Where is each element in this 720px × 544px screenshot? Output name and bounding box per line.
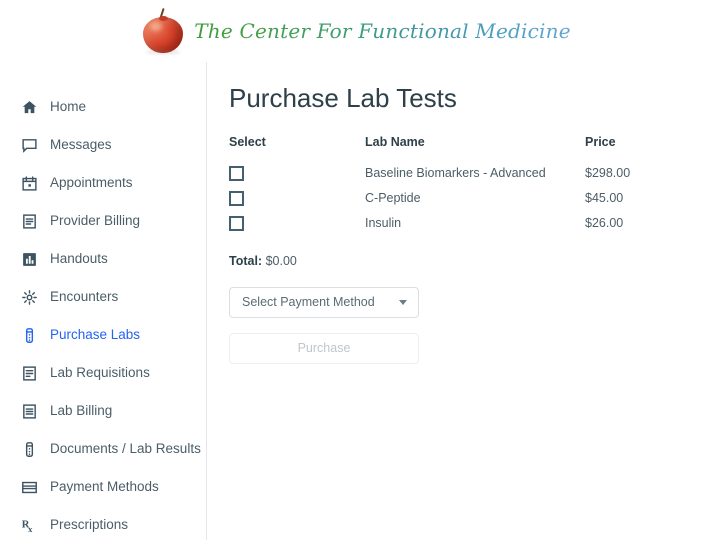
- sidebar-item-label: Home: [50, 100, 86, 114]
- lab-checkbox[interactable]: [229, 166, 244, 181]
- purchase-button-label: Purchase: [298, 341, 351, 355]
- apple-body: [143, 17, 183, 53]
- main-content: Purchase Lab Tests Select Lab Name Price…: [207, 62, 720, 364]
- payment-method-select[interactable]: Select Payment Method: [229, 287, 419, 318]
- sidebar-item-documents-lab-results[interactable]: Documents / Lab Results: [0, 430, 206, 468]
- table-row: Insulin $26.00: [229, 211, 666, 236]
- sidebar-item-handouts[interactable]: Handouts: [0, 240, 206, 278]
- svg-text:x: x: [28, 523, 33, 533]
- select-cell: [229, 186, 365, 211]
- lab-checkbox[interactable]: [229, 216, 244, 231]
- sidebar-item-label: Documents / Lab Results: [50, 442, 201, 456]
- sidebar-item-label: Lab Requisitions: [50, 366, 150, 380]
- receipt-icon: [20, 212, 38, 230]
- lab-name: Baseline Biomarkers - Advanced: [365, 161, 585, 186]
- chevron-down-icon: [399, 300, 407, 305]
- sidebar-item-lab-billing[interactable]: Lab Billing: [0, 392, 206, 430]
- sidebar: Home Messages Appointments Provider Bill…: [0, 62, 207, 540]
- total-row: Total: $0.00: [229, 254, 720, 268]
- total-label: Total:: [229, 254, 262, 268]
- sidebar-item-label: Encounters: [50, 290, 118, 304]
- document-lines-icon: [20, 364, 38, 382]
- sidebar-item-label: Purchase Labs: [50, 328, 140, 342]
- app-header: The Center For Functional Medicine: [0, 0, 720, 62]
- apple-cleft: [159, 16, 168, 21]
- lab-price: $45.00: [585, 186, 666, 211]
- column-header-price: Price: [585, 135, 666, 161]
- sidebar-item-label: Payment Methods: [50, 480, 159, 494]
- message-bubble-icon: [20, 136, 38, 154]
- apple-icon: [141, 8, 185, 54]
- sidebar-item-label: Lab Billing: [50, 404, 112, 418]
- apple-shadow: [146, 50, 180, 54]
- sidebar-item-label: Provider Billing: [50, 214, 140, 228]
- lab-name: C-Peptide: [365, 186, 585, 211]
- sidebar-item-messages[interactable]: Messages: [0, 126, 206, 164]
- sidebar-item-label: Prescriptions: [50, 518, 128, 532]
- purchase-button[interactable]: Purchase: [229, 333, 419, 364]
- sidebar-item-provider-billing[interactable]: Provider Billing: [0, 202, 206, 240]
- home-icon: [20, 98, 38, 116]
- sidebar-item-prescriptions[interactable]: Rx Prescriptions: [0, 506, 206, 544]
- gear-icon: [20, 288, 38, 306]
- rx-icon: Rx: [20, 516, 38, 534]
- sidebar-item-home[interactable]: Home: [0, 88, 206, 126]
- credit-card-icon: [20, 478, 38, 496]
- calendar-icon: [20, 174, 38, 192]
- brand-name: The Center For Functional Medicine: [194, 19, 570, 43]
- sidebar-item-appointments[interactable]: Appointments: [0, 164, 206, 202]
- sidebar-item-payment-methods[interactable]: Payment Methods: [0, 468, 206, 506]
- sidebar-item-encounters[interactable]: Encounters: [0, 278, 206, 316]
- payment-method-value: Select Payment Method: [242, 295, 375, 309]
- column-header-lab-name: Lab Name: [365, 135, 585, 161]
- column-header-select: Select: [229, 135, 365, 161]
- lab-name: Insulin: [365, 211, 585, 236]
- sidebar-item-label: Appointments: [50, 176, 133, 190]
- total-value: $0.00: [266, 254, 297, 268]
- lab-tests-table: Select Lab Name Price Baseline Biomarker…: [229, 135, 666, 236]
- table-header-row: Select Lab Name Price: [229, 135, 666, 161]
- select-cell: [229, 211, 365, 236]
- bar-chart-icon: [20, 250, 38, 268]
- table-row: Baseline Biomarkers - Advanced $298.00: [229, 161, 666, 186]
- receipt-icon: [20, 402, 38, 420]
- table-row: C-Peptide $45.00: [229, 186, 666, 211]
- lab-price: $26.00: [585, 211, 666, 236]
- test-tube-icon: [20, 326, 38, 344]
- lab-checkbox[interactable]: [229, 191, 244, 206]
- page-body: Home Messages Appointments Provider Bill…: [0, 62, 720, 540]
- test-tube-icon: [20, 440, 38, 458]
- sidebar-item-lab-requisitions[interactable]: Lab Requisitions: [0, 354, 206, 392]
- sidebar-item-label: Handouts: [50, 252, 108, 266]
- page-title: Purchase Lab Tests: [229, 84, 720, 113]
- select-cell: [229, 161, 365, 186]
- sidebar-item-label: Messages: [50, 138, 112, 152]
- brand-logo[interactable]: The Center For Functional Medicine: [141, 8, 570, 54]
- lab-price: $298.00: [585, 161, 666, 186]
- sidebar-item-purchase-labs[interactable]: Purchase Labs: [0, 316, 206, 354]
